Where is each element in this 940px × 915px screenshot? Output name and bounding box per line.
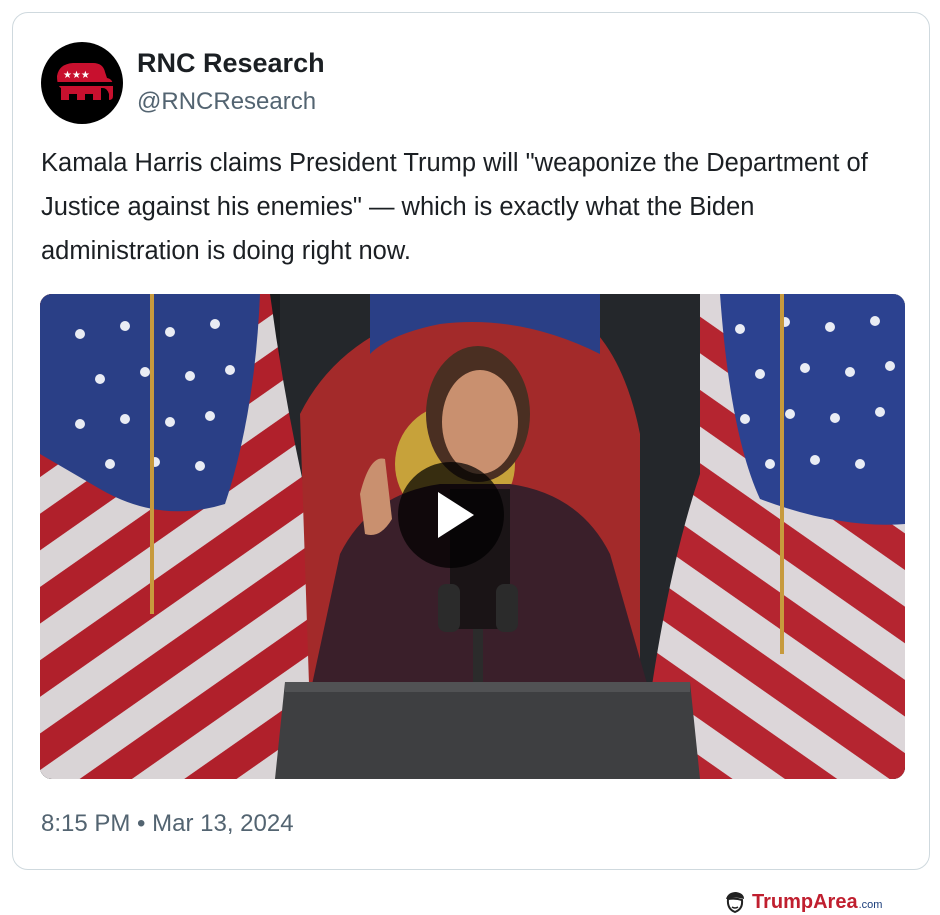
tweet-card[interactable]: ★★★ RNC Research @RNCResearch Kamala Har… (12, 12, 930, 870)
watermark: TrumpArea .com (722, 889, 882, 915)
svg-text:★★★: ★★★ (63, 70, 90, 81)
tweet-timestamp[interactable]: 8:15 PM • Mar 13, 2024 (41, 809, 294, 839)
elephant-logo-icon: ★★★ (55, 63, 115, 100)
play-icon (438, 492, 474, 538)
play-button[interactable] (398, 462, 504, 568)
watermark-tld: .com (858, 899, 883, 911)
display-name[interactable]: RNC Research (137, 47, 325, 79)
video-thumbnail[interactable] (40, 294, 905, 779)
avatar[interactable]: ★★★ (41, 42, 123, 124)
watermark-brand: TrumpArea (752, 890, 858, 913)
trump-face-icon (726, 892, 744, 914)
tweet-text: Kamala Harris claims President Trump wil… (41, 149, 868, 265)
handle[interactable]: @RNCResearch (137, 87, 316, 117)
